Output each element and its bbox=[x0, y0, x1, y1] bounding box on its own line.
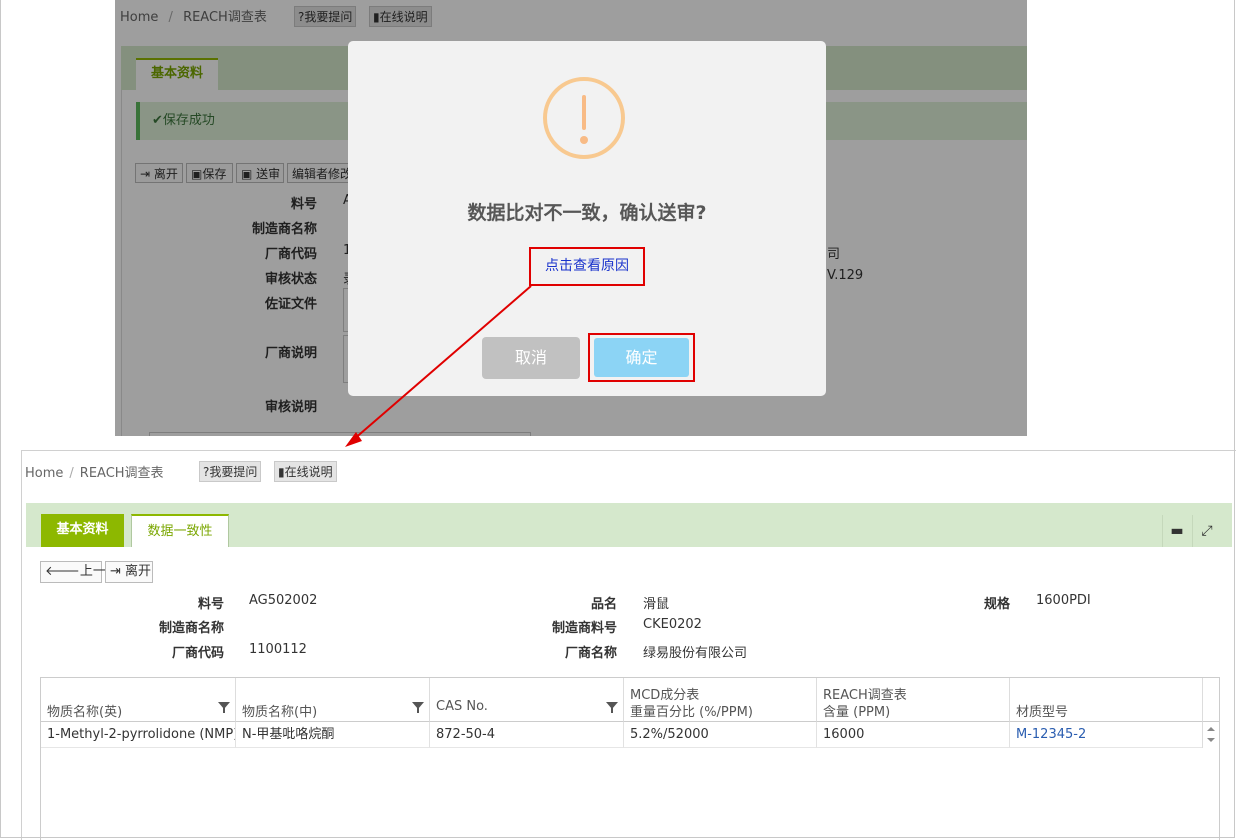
value-part-no: AG502002 bbox=[249, 593, 318, 608]
dialog-title: 数据比对不一致，确认送审? bbox=[467, 202, 707, 224]
confirm-button-highlight: 确定 bbox=[588, 333, 695, 382]
tab-bar: 基本资料 数据一致性 bbox=[26, 503, 1232, 547]
exit-icon: ⇥ bbox=[110, 564, 121, 579]
label-maker-name: 制造商名称 bbox=[158, 621, 224, 636]
scroll-up-icon[interactable] bbox=[1207, 727, 1215, 731]
cell-cas[interactable]: 872-50-4 bbox=[430, 722, 624, 748]
expand-icon[interactable]: ⤢ bbox=[1192, 515, 1221, 547]
label-vendor-code: 厂商代码 bbox=[171, 646, 224, 661]
confirm-dialog: 数据比对不一致，确认送审? 点击查看原因 取消 确定 bbox=[348, 41, 826, 396]
cell-name-zh[interactable]: N-甲基吡咯烷酮 bbox=[236, 722, 430, 748]
book-icon: ▮ bbox=[278, 465, 285, 479]
ask-question-button[interactable]: ?我要提问 bbox=[199, 461, 262, 482]
column-header-name-zh[interactable]: 物质名称(中) bbox=[236, 678, 430, 722]
prev-step-button[interactable]: 🡐上一步 bbox=[40, 561, 119, 583]
online-help-button[interactable]: ▮在线说明 bbox=[274, 461, 337, 482]
label-maker-part: 制造商料号 bbox=[551, 621, 617, 636]
value-vendor-code: 1100112 bbox=[249, 642, 307, 657]
label-product: 品名 bbox=[590, 597, 617, 612]
label-spec: 规格 bbox=[983, 597, 1010, 612]
arrow-left-icon: 🡐 bbox=[45, 564, 80, 579]
column-header-material[interactable]: 材质型号 bbox=[1010, 678, 1203, 722]
breadcrumb-separator: / bbox=[69, 466, 74, 481]
column-header-mcd[interactable]: MCD成分表 重量百分比 (%/PPM) bbox=[624, 678, 817, 722]
view-reason-link[interactable]: 点击查看原因 bbox=[531, 249, 643, 284]
confirm-button[interactable]: 确定 bbox=[594, 338, 689, 377]
value-product: 滑鼠 bbox=[643, 597, 670, 612]
warning-icon bbox=[543, 77, 625, 159]
value-spec: 1600PDI bbox=[1036, 593, 1091, 608]
column-header-sublabel: 重量百分比 (%/PPM) bbox=[630, 705, 753, 720]
substance-grid: 物质名称(英) 物质名称(中) CAS No. MCD成分表 重量百分比 (%/P… bbox=[40, 677, 1220, 840]
column-header-label: 物质名称(中) bbox=[242, 705, 318, 720]
cell-name-en[interactable]: 1-Methyl-2-pyrrolidone (NMP) bbox=[41, 722, 236, 748]
value-vendor-name: 绿易股份有限公司 bbox=[643, 646, 748, 661]
column-header-sublabel: 含量 (PPM) bbox=[823, 705, 891, 720]
reason-link-highlight: 点击查看原因 bbox=[529, 247, 645, 286]
filter-icon[interactable] bbox=[606, 702, 618, 713]
column-header-label: CAS No. bbox=[436, 699, 488, 714]
leave-button[interactable]: ⇥ 离开 bbox=[105, 561, 153, 583]
breadcrumb-current: REACH调查表 bbox=[79, 466, 164, 481]
consistency-page: Home / REACH调查表 ?我要提问 ▮在线说明 基本资料 数据一致性 ▬ ⤢… bbox=[21, 450, 1236, 840]
label-part-no: 料号 bbox=[197, 597, 224, 612]
filter-icon[interactable] bbox=[412, 702, 424, 713]
cancel-button[interactable]: 取消 bbox=[482, 337, 580, 379]
minimize-icon[interactable]: ▬ bbox=[1162, 515, 1191, 547]
cell-reach[interactable]: 16000 bbox=[817, 722, 1010, 748]
breadcrumb: Home / REACH调查表 bbox=[25, 462, 164, 481]
cell-material-link[interactable]: M-12345-2 bbox=[1010, 722, 1203, 748]
tab-basic-info[interactable]: 基本资料 bbox=[41, 514, 124, 547]
online-help-label: 在线说明 bbox=[284, 465, 333, 479]
column-header-label: 材质型号 bbox=[1016, 705, 1069, 720]
column-header-cas[interactable]: CAS No. bbox=[430, 678, 624, 722]
leave-label: 离开 bbox=[125, 564, 152, 579]
column-header-reach[interactable]: REACH调查表 含量 (PPM) bbox=[817, 678, 1010, 722]
scroll-down-icon[interactable] bbox=[1207, 738, 1215, 742]
tab-data-consistency[interactable]: 数据一致性 bbox=[131, 514, 229, 547]
label-vendor-name: 厂商名称 bbox=[564, 646, 617, 661]
cell-mcd[interactable]: 5.2%/52000 bbox=[624, 722, 817, 748]
header-scroll-spacer bbox=[1203, 678, 1220, 722]
column-header-label: 物质名称(英) bbox=[47, 705, 123, 720]
value-maker-part: CKE0202 bbox=[643, 617, 702, 632]
filter-icon[interactable] bbox=[218, 702, 230, 713]
column-header-name-en[interactable]: 物质名称(英) bbox=[41, 678, 236, 722]
grid-scrollbar[interactable] bbox=[1202, 722, 1219, 748]
breadcrumb-home[interactable]: Home bbox=[25, 466, 63, 481]
